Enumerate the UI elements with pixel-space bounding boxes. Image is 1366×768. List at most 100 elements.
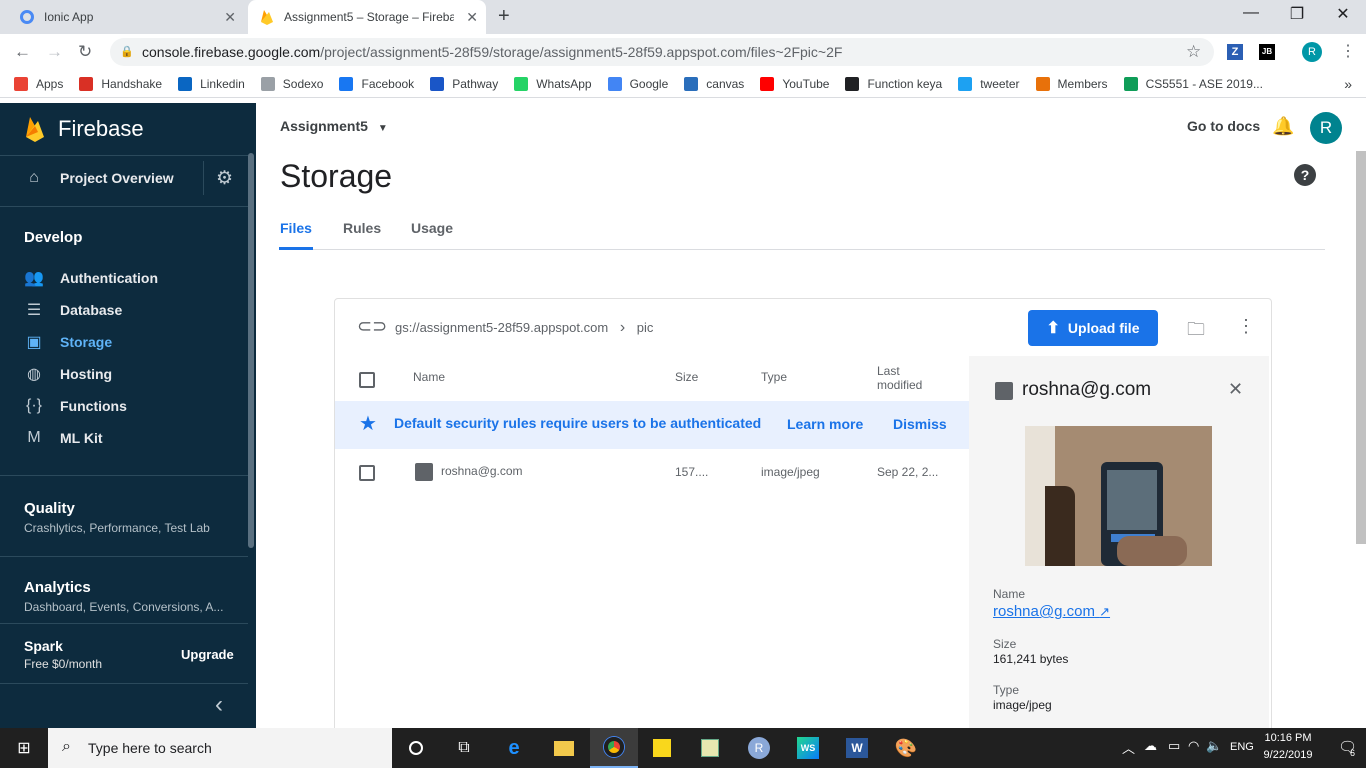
sidebar-scrollbar[interactable] <box>248 153 254 548</box>
sidebar-item-hosting[interactable]: ◍ Hosting <box>0 359 248 389</box>
security-rules-banner: ★ Default security rules require users t… <box>335 401 969 449</box>
new-folder-icon[interactable]: 🗀 <box>1187 317 1205 347</box>
profile-avatar[interactable]: R <box>1302 42 1322 62</box>
reload-icon[interactable]: ↻ <box>78 42 92 62</box>
battery-icon[interactable]: ▭ <box>1168 738 1180 754</box>
main-scrollbar[interactable] <box>1356 151 1366 544</box>
edge-icon[interactable]: e <box>490 728 538 768</box>
type-label: Type <box>993 683 1020 697</box>
analytics-heading[interactable]: Analytics <box>24 579 91 596</box>
sticky-notes-icon[interactable] <box>638 728 686 768</box>
name-link[interactable]: roshna@g.com ↗ <box>993 603 1110 620</box>
chrome-icon[interactable] <box>590 728 638 768</box>
taskbar-search[interactable]: ⌕ Type here to search <box>48 728 392 768</box>
bookmark-favicon-icon <box>14 76 28 91</box>
bookmark-pathway[interactable]: Pathway <box>430 76 498 91</box>
volume-icon[interactable]: 🔈 <box>1206 738 1222 754</box>
column-last-modified[interactable]: Last modified <box>877 364 922 392</box>
more-vert-icon[interactable]: ⋮ <box>1237 316 1255 337</box>
help-icon[interactable]: ? <box>1294 164 1316 186</box>
bookmark-whatsapp[interactable]: WhatsApp <box>514 76 592 91</box>
zotero-extension-icon[interactable]: Z <box>1227 44 1243 60</box>
forward-icon[interactable]: → <box>46 42 63 62</box>
bookmark-linkedin[interactable]: Linkedin <box>178 76 245 91</box>
browser-menu-icon[interactable]: ⋮ <box>1340 41 1356 61</box>
table-row[interactable]: roshna@g.com 157.... image/jpeg Sep 22, … <box>335 449 969 497</box>
bucket-path[interactable]: gs://assignment5-28f59.appspot.com <box>395 320 608 335</box>
bookmark-function-keya[interactable]: Function keya <box>845 76 942 91</box>
project-selector[interactable]: Assignment5 ▼ <box>280 118 388 134</box>
bookmark-tweeter[interactable]: tweeter <box>958 76 1020 91</box>
column-size[interactable]: Size <box>675 370 698 384</box>
collapse-sidebar-icon[interactable]: ‹ <box>215 691 223 719</box>
file-name[interactable]: roshna@g.com <box>441 464 523 478</box>
clock-time[interactable]: 10:16 PM <box>1258 732 1318 744</box>
input-language[interactable]: ENG <box>1230 741 1254 753</box>
task-view-icon[interactable]: ⧉ <box>440 728 488 768</box>
onedrive-icon[interactable]: ☁ <box>1144 738 1157 754</box>
back-icon[interactable]: ← <box>14 42 31 62</box>
paint-icon[interactable]: 🎨 <box>882 728 930 768</box>
column-name[interactable]: Name <box>413 370 445 384</box>
close-tab-icon[interactable]: ✕ <box>466 9 478 26</box>
close-tab-icon[interactable]: ✕ <box>224 9 236 26</box>
learn-more-button[interactable]: Learn more <box>787 416 863 432</box>
name-label: Name <box>993 587 1026 601</box>
link-icon[interactable]: ⊂⊃ <box>357 316 387 337</box>
bookmark-sodexo[interactable]: Sodexo <box>260 76 323 91</box>
bookmark-handshake[interactable]: Handshake <box>79 76 162 91</box>
settings-gear-icon[interactable]: ⚙ <box>216 167 233 190</box>
bookmark-members[interactable]: Members <box>1035 76 1108 91</box>
select-all-checkbox[interactable] <box>359 372 375 388</box>
minimize-icon[interactable]: — <box>1228 4 1274 22</box>
upload-file-button[interactable]: ⬆ Upload file <box>1028 310 1158 346</box>
wifi-icon[interactable]: ◠ <box>1188 738 1199 754</box>
bookmark-star-icon[interactable]: ☆ <box>1186 42 1201 62</box>
close-window-icon[interactable]: ✕ <box>1320 4 1366 24</box>
bookmark-canvas[interactable]: canvas <box>684 76 744 91</box>
bookmark-favicon-icon <box>178 76 193 91</box>
row-checkbox[interactable] <box>359 465 375 481</box>
webstorm-icon[interactable]: WS <box>784 728 832 768</box>
show-hidden-icons-icon[interactable]: ︿ <box>1122 738 1135 757</box>
tab-files[interactable]: Files <box>280 220 312 236</box>
clock-date[interactable]: 9/22/2019 <box>1255 749 1321 761</box>
go-to-docs-link[interactable]: Go to docs <box>1187 118 1260 134</box>
plan-price: Free $0/month <box>24 657 103 671</box>
url-text[interactable]: console.firebase.google.com/project/assi… <box>142 44 842 60</box>
bookmark-google[interactable]: Google <box>607 76 668 91</box>
jetbrains-extension-icon[interactable]: JB <box>1259 44 1275 60</box>
sidebar-item-authentication[interactable]: 👥 Authentication <box>0 263 248 293</box>
close-icon[interactable]: ✕ <box>1228 379 1243 400</box>
browser-tab-ionic[interactable]: Ionic App ✕ <box>8 0 244 34</box>
sidebar-item-functions[interactable]: {·} Functions <box>0 391 248 421</box>
quality-heading[interactable]: Quality <box>24 500 75 517</box>
folder-crumb[interactable]: pic <box>637 320 654 335</box>
bookmark-youtube[interactable]: YouTube <box>760 76 829 91</box>
bookmark-facebook[interactable]: Facebook <box>339 76 414 91</box>
tab-rules[interactable]: Rules <box>343 220 381 236</box>
dismiss-button[interactable]: Dismiss <box>893 416 947 432</box>
bookmark-apps[interactable]: Apps <box>14 76 63 91</box>
bookmark-cs5551-ase-2019[interactable]: CS5551 - ASE 2019... <box>1123 76 1263 91</box>
new-tab-icon[interactable]: + <box>498 5 510 28</box>
project-overview-link[interactable]: ⌂ Project Overview <box>0 161 248 195</box>
spreadsheet-icon[interactable] <box>686 728 734 768</box>
sidebar-item-ml-kit[interactable]: M ML Kit <box>0 423 248 453</box>
r-app-icon[interactable]: R <box>735 728 783 768</box>
bookmark-favicon-icon <box>958 76 973 91</box>
word-icon[interactable]: W <box>833 728 881 768</box>
notifications-bell-icon[interactable]: 🔔 <box>1272 116 1294 137</box>
account-avatar[interactable]: R <box>1310 112 1342 144</box>
column-type[interactable]: Type <box>761 370 787 384</box>
sidebar-item-database[interactable]: ☰ Database <box>0 295 248 325</box>
sidebar-item-storage[interactable]: ▣ Storage <box>0 327 248 357</box>
tab-usage[interactable]: Usage <box>411 220 453 236</box>
more-bookmarks-icon[interactable]: » <box>1344 76 1352 92</box>
upgrade-button[interactable]: Upgrade <box>181 647 234 662</box>
restore-icon[interactable]: ❐ <box>1274 4 1320 24</box>
file-explorer-icon[interactable] <box>540 728 588 768</box>
cortana-icon[interactable] <box>392 728 440 768</box>
windows-start-icon[interactable]: ⊞ <box>0 728 48 768</box>
browser-tab-firebase[interactable]: Assignment5 – Storage – Firebase ✕ <box>248 0 486 34</box>
